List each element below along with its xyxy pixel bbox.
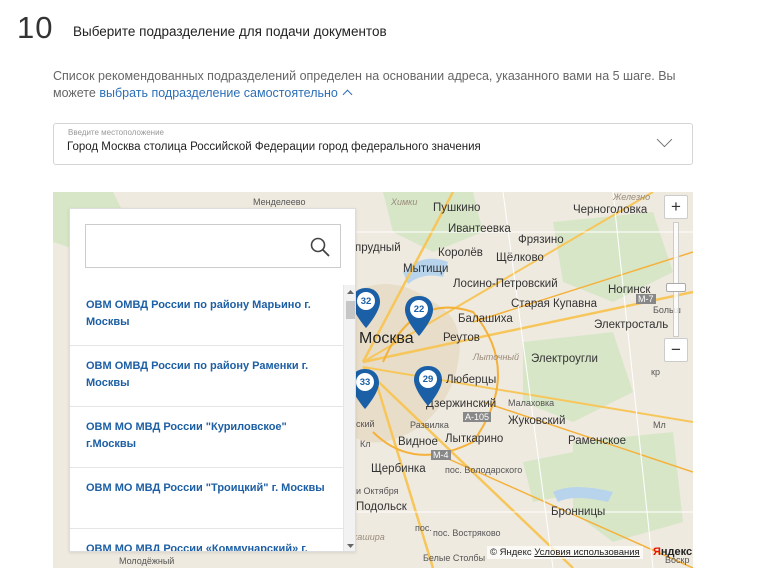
map-label-shcherbinka: Щербинка [371, 463, 426, 475]
map-label-vidnoe: Видное [398, 436, 438, 448]
map-label-chernogolovka: Черноголовка [573, 204, 648, 216]
map-label-balashikha: Балашиха [458, 313, 513, 325]
zoom-slider-track[interactable] [673, 222, 679, 337]
map-marker[interactable]: 29 [413, 365, 443, 407]
map-label-prudny: прудный [355, 242, 401, 254]
step-number: 10 [17, 10, 54, 45]
map-label-ml: Мл [653, 420, 666, 430]
map-label-ramenskoe: Раменское [568, 435, 627, 447]
map-road-a105: А-105 [463, 412, 492, 422]
map-label-pos: пос. [415, 523, 432, 533]
map-label-molodezhny: Молодёжный [119, 556, 175, 566]
location-select[interactable]: Введите местоположение Город Москва стол… [53, 123, 693, 165]
list-item[interactable]: ОВМ ОМВД России по району Марьино г. Мос… [70, 285, 343, 346]
list-item[interactable]: ОВМ ОМВД России по району Раменки г. Мос… [70, 346, 343, 407]
attribution-prefix: © Яндекс [490, 547, 535, 558]
map-label-malakhovka: Малаховка [508, 398, 555, 408]
map-label-lytkarino: Лыткарино [445, 433, 504, 445]
step-title: Выберите подразделение для подачи докуме… [73, 23, 387, 39]
map-label-elektrougli: Электроугли [531, 353, 598, 365]
map-marker[interactable]: 22 [404, 295, 434, 337]
map-label-lyubertsy: Люберцы [446, 374, 497, 386]
step-header: 10 Выберите подразделение для подачи док… [17, 10, 387, 46]
units-list: ОВМ ОМВД России по району Марьино г. Мос… [70, 285, 343, 551]
list-item[interactable]: ОВМ МО МВД России "Куриловское" г.Москвы [70, 407, 343, 468]
zoom-slider-handle[interactable] [666, 283, 686, 292]
map-label-staraya-kupavna: Старая Купавна [511, 298, 597, 310]
units-panel: ОВМ ОМВД России по району Марьино г. Мос… [69, 208, 356, 552]
search-icon[interactable] [310, 237, 330, 257]
recommendation-note: Список рекомендованных подразделений опр… [53, 68, 693, 102]
map-label-skiy: ский [356, 419, 375, 429]
scroll-down-icon[interactable] [344, 541, 356, 551]
map-attribution: © Яндекс Условия использования [487, 546, 643, 559]
list-scrollbar[interactable] [343, 285, 356, 551]
list-item[interactable]: ОВМ МО МВД России "Троицкий" г. Москвы [70, 468, 343, 529]
location-value: Город Москва столица Российской Федераци… [67, 141, 481, 153]
map-label-volodarsky: пос. Володарского [445, 465, 523, 475]
map-label-losino: Лосино-Петровский [453, 278, 558, 290]
map-label-zhukovsky: Жуковский [508, 415, 566, 427]
map-label-dolsk: Подольск [356, 501, 407, 513]
yandex-logo-red: Я [653, 546, 661, 558]
marker-count: 29 [422, 374, 434, 385]
marker-count: 22 [413, 304, 425, 315]
yandex-logo[interactable]: Яндекс [653, 546, 692, 558]
search-field[interactable] [85, 224, 341, 268]
location-label: Введите местоположение [68, 128, 164, 137]
yandex-logo-rest: ндекс [660, 546, 693, 558]
list-item[interactable]: ОВМ МО МВД России «Коммунарский» г. [70, 529, 343, 551]
map-label-reutov: Реутов [443, 332, 480, 344]
map-label-fryazino: Фрязино [518, 234, 564, 246]
map-label-mendeleevo: Менделеево [253, 197, 306, 207]
map-label-vostryakovo: пос. Востряково [433, 528, 501, 538]
choose-unit-link[interactable]: выбрать подразделение самостоятельно [99, 86, 338, 100]
map-label-bronnitsy: Бронницы [551, 506, 606, 518]
map-label-chimki: Химки [391, 197, 418, 207]
map-label-korolev: Королёв [438, 247, 483, 259]
map-label-kashira: кашира [353, 532, 385, 542]
scroll-thumb[interactable] [346, 301, 355, 319]
zoom-out-button[interactable]: − [664, 338, 688, 362]
chevron-up-icon[interactable] [342, 89, 353, 100]
map-label-ivanteevka: Ивантеевка [448, 223, 511, 235]
map-label-ludochny: Лыточный [473, 352, 520, 362]
map-label-elektrostal: Электросталь [594, 319, 669, 331]
terms-link[interactable]: Условия использования [534, 547, 639, 558]
search-input[interactable] [94, 235, 299, 257]
map-label-shchelkovo: Щёлково [496, 252, 544, 264]
map-road-m4: М-4 [431, 450, 451, 460]
chevron-down-icon[interactable] [656, 131, 673, 148]
zoom-in-button[interactable]: + [664, 195, 688, 219]
map-label-razvilka: Развилка [410, 420, 449, 430]
map-label-kl: Кл [360, 439, 371, 449]
scroll-up-icon[interactable] [344, 287, 356, 297]
map-label-mytishchi: Мытищи [403, 263, 449, 275]
map-label-kr: кр [651, 367, 660, 377]
map-label-oktyabrya: и Октября [356, 486, 399, 496]
map-label-pushkino: Пушкино [433, 202, 481, 214]
map-label-bely-stolby: Белые Столбы [423, 553, 486, 563]
map-label-zhelezno: Железно [613, 192, 651, 202]
map-road-m7: М-7 [636, 294, 656, 304]
